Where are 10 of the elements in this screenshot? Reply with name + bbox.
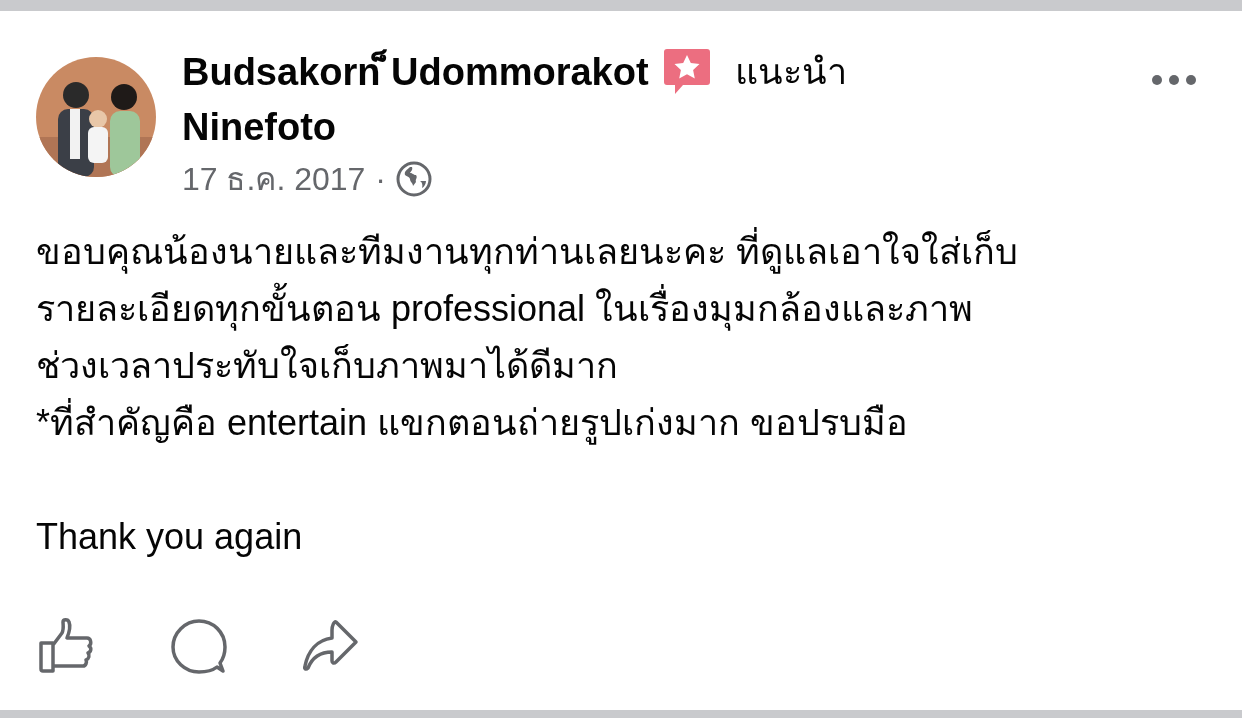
share-icon[interactable] [302, 618, 360, 674]
post-text: ขอบคุณน้องนายและทีมงานทุกท่านเลยนะคะ ที่ดูแลเอาใจใส่เก็บ รายละเอียดทุกขั้นตอน professional ในเรื่องมุมกล้องและภาพ ช่วงเวลาประทับใจเก็บภาพมาได้ดีมาก *ที่สำคัญคือ entertain แขกตอนถ่ายรูปเก่งมาก ขอปรบมือ [36, 223, 1206, 451]
more-options-button[interactable] [1150, 73, 1198, 87]
comment-icon[interactable] [170, 618, 228, 674]
recommends-label: แนะนำ [734, 50, 847, 94]
post-text: Thank you again [36, 515, 304, 559]
like-icon[interactable] [38, 618, 96, 674]
separator-dot: · [375, 160, 386, 199]
globe-icon [396, 161, 432, 197]
post-date[interactable]: 17 ธ.ค. 2017 [182, 155, 366, 203]
